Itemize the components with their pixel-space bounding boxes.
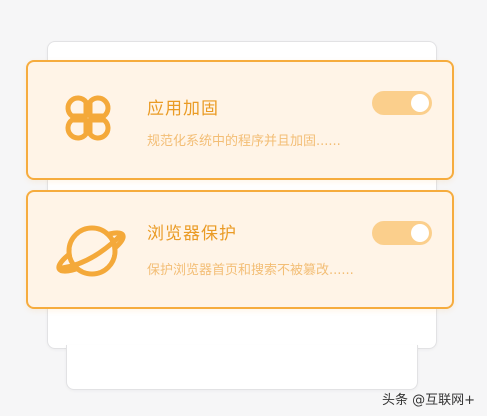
card-title: 浏览器保护: [147, 224, 237, 244]
toggle-knob: [411, 94, 429, 112]
app-hardening-toggle[interactable]: [372, 91, 432, 115]
card-description: 规范化系统中的程序并且加固......: [147, 134, 341, 149]
clover-icon: [56, 86, 120, 150]
browser-protection-card[interactable]: 浏览器保护 保护浏览器首页和搜索不被篡改......: [26, 190, 454, 309]
browser-protection-toggle[interactable]: [372, 221, 432, 245]
background-card-footer: [66, 345, 418, 390]
toggle-knob: [411, 224, 429, 242]
card-title: 应用加固: [147, 99, 219, 119]
app-hardening-card[interactable]: 应用加固 规范化系统中的程序并且加固......: [26, 60, 454, 180]
card-description: 保护浏览器首页和搜索不被篡改......: [147, 263, 354, 278]
feature-settings-panel: 应用加固 规范化系统中的程序并且加固...... 浏览器保护 保护浏览器首页和搜…: [0, 0, 487, 416]
watermark: 头条 @互联网+: [381, 393, 475, 408]
planet-icon: [54, 218, 128, 284]
